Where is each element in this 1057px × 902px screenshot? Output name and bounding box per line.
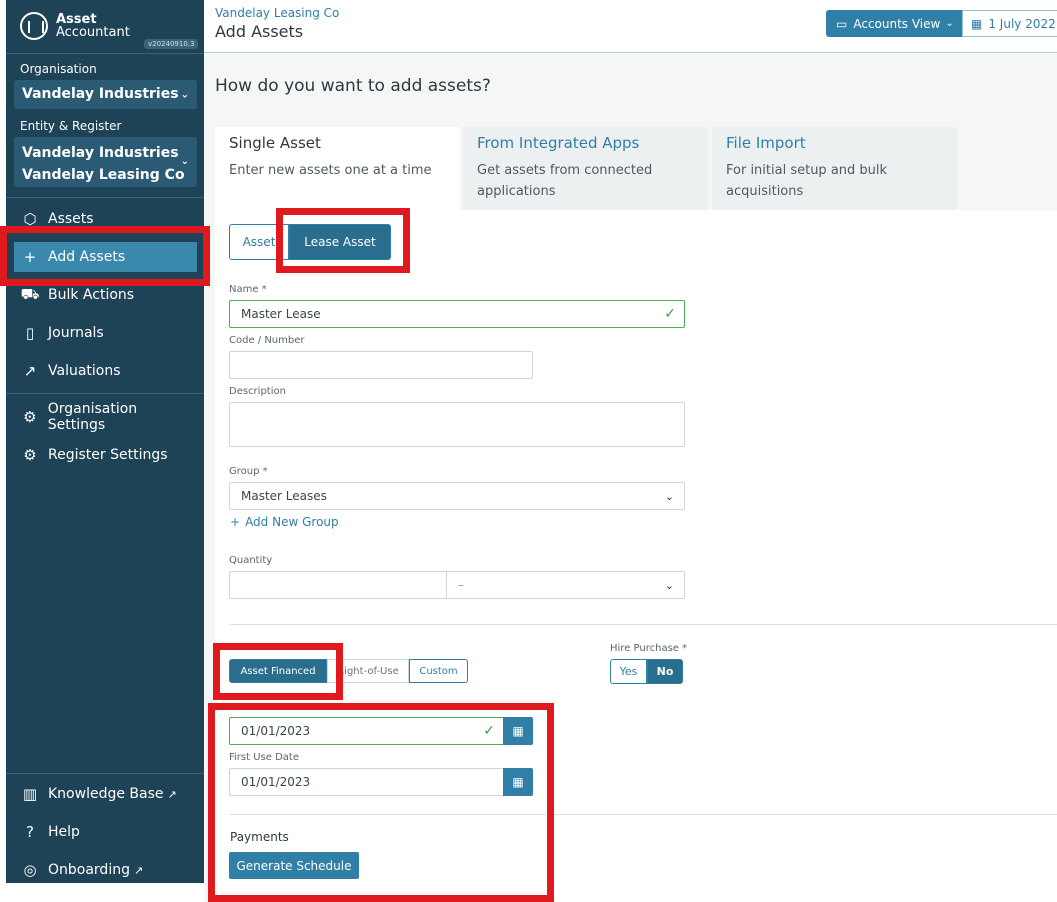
quantity-input[interactable] [229,571,447,599]
version-badge: v20240910.3 [144,39,199,49]
sidebar: Asset Accountant v20240910.3 Organisatio… [6,0,204,883]
add-new-group-link[interactable]: + Add New Group [230,515,339,529]
date-label: 1 July 2022 [988,16,1056,31]
date-button[interactable]: ▦ 1 July 2022 [962,10,1057,37]
description-label: Description [229,386,286,397]
breadcrumb[interactable]: Vandelay Leasing Co [215,6,339,20]
nav-journals[interactable]: ▯ Journals [14,318,197,348]
trend-icon: ↗ [23,362,37,380]
divider [6,393,204,394]
divider [6,197,204,198]
view-label: Accounts View [853,16,941,31]
organisation-value: Vandelay Industries [22,86,179,102]
name-value: Master Lease [241,307,321,321]
gear-icon: ⚙ [23,446,37,464]
help-icon: ? [26,823,34,841]
organisation-select[interactable]: Vandelay Industries ⌄ [14,80,197,109]
name-label: Name * [229,284,267,295]
entity-select[interactable]: Vandelay Industries Vandelay Leasing Co … [14,137,197,187]
unit-value: – [458,578,464,592]
hire-purchase-toggle: Yes No [610,659,683,684]
nav-label: Onboarding [48,862,130,878]
compass-icon: ◎ [23,861,37,879]
highlight-box [213,643,343,700]
highlight-box [276,208,410,273]
nav-label: Register Settings [48,447,168,463]
calendar-icon: ▦ [971,16,983,31]
chevron-down-icon: ⌄ [945,18,954,29]
name-input[interactable]: Master Lease ✓ [229,300,685,328]
check-icon: ✓ [664,306,676,322]
nav-label: Bulk Actions [48,287,135,303]
nav-label: Journals [48,325,104,341]
tab-title: File Import [726,134,806,152]
nav-knowledge-base[interactable]: ▥ Knowledge Base ↗ [14,779,197,809]
nav-label: Knowledge Base [48,786,164,802]
nav-onboarding[interactable]: ◎ Onboarding ↗ [14,855,197,885]
code-label: Code / Number [229,335,305,346]
nav-label: Valuations [48,363,121,379]
chevron-down-icon: ⌄ [664,578,674,592]
highlight-box [208,703,554,902]
tab-file-import[interactable]: File Import For initial setup and bulk a… [712,127,957,210]
divider [6,773,204,774]
nav-help[interactable]: ? Help [14,817,197,847]
library-icon: ▥ [22,785,38,803]
gear-icon: ⚙ [23,408,37,426]
nav-valuations[interactable]: ↗ Valuations [14,356,197,386]
entity-line-2: Vandelay Leasing Co [22,167,185,183]
add-group-label: Add New Group [245,515,339,529]
group-select[interactable]: Master Leases ⌄ [229,482,685,510]
external-link-icon: ↗ [167,787,177,801]
nav-label: Organisation Settings [47,401,138,433]
section-heading: How do you want to add assets? [215,76,491,96]
chevron-down-icon: ⌄ [664,489,674,503]
divider [6,53,204,54]
highlight-box [0,226,210,286]
entity-line-1: Vandelay Industries [22,145,179,161]
tab-integrated-apps[interactable]: From Integrated Apps Get assets from con… [463,127,708,210]
external-link-icon: ↗ [133,863,144,877]
group-label: Group * [229,466,268,477]
chevron-down-icon: ⌄ [180,156,189,167]
nav-label: Assets [48,211,94,227]
hire-no-option[interactable]: No [647,659,683,684]
description-textarea[interactable] [229,402,685,447]
hire-yes-option[interactable]: Yes [610,659,647,684]
nav-label: Help [48,824,80,840]
book-icon: ▯ [25,324,35,342]
nav-organisation-settings[interactable]: ⚙ Organisation Settings [14,401,197,433]
tab-single-asset[interactable]: Single Asset Enter new assets one at a t… [215,127,460,210]
quantity-unit-select[interactable]: – ⌄ [446,571,685,599]
entity-label: Entity & Register [20,119,122,133]
code-input[interactable] [229,351,533,379]
group-value: Master Leases [241,489,327,503]
tab-desc: Get assets from connected applications [477,163,653,199]
book-open-icon: ▭ [836,16,848,31]
tab-desc: For initial setup and bulk acquisitions [726,163,888,199]
plus-icon: + [230,515,241,529]
tab-desc: Enter new assets one at a time [229,163,432,178]
page-header: Vandelay Leasing Co Add Assets ▭ Account… [204,0,1057,53]
divider [229,624,1057,625]
hire-purchase-label: Hire Purchase * [610,643,688,654]
organisation-label: Organisation [20,62,97,76]
custom-option[interactable]: Custom [409,659,468,683]
tab-title: From Integrated Apps [477,134,640,152]
accounts-view-button[interactable]: ▭ Accounts View ⌄ [826,10,962,37]
logo-icon [20,12,48,40]
brand-sub: Accountant [56,25,130,40]
quantity-label: Quantity [229,555,273,566]
chevron-down-icon: ⌄ [180,89,189,100]
tab-title: Single Asset [229,134,321,152]
app-root: Asset Accountant v20240910.3 Organisatio… [0,0,1057,902]
page-title: Add Assets [215,22,304,41]
nav-register-settings[interactable]: ⚙ Register Settings [14,440,197,470]
truck-icon: ⛟ [20,285,40,303]
